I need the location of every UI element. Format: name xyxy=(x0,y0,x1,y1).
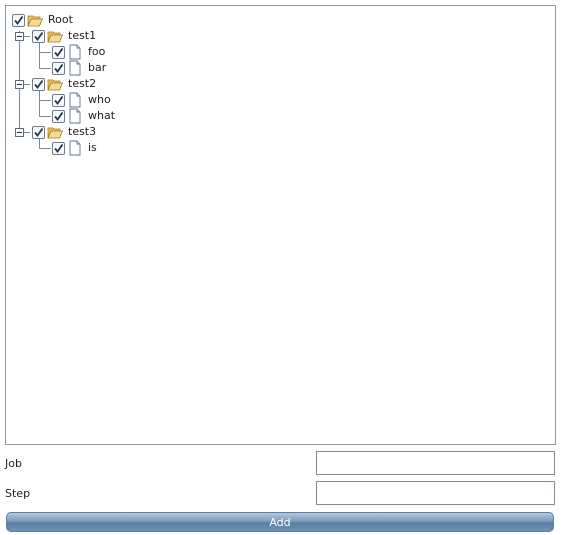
tree-node-is[interactable]: is xyxy=(52,140,97,156)
add-button[interactable]: Add xyxy=(6,512,554,532)
file-icon xyxy=(69,44,81,60)
tree-connector xyxy=(39,148,51,149)
tree-node-test2[interactable]: test2 xyxy=(32,76,96,92)
tree-connector xyxy=(39,68,51,69)
collapse-test2-toggle[interactable] xyxy=(15,80,24,89)
file-icon xyxy=(69,108,81,124)
who-checkbox[interactable] xyxy=(52,93,65,107)
tree-connector xyxy=(39,91,40,117)
step-label: Step xyxy=(5,487,31,500)
tree-node-foo[interactable]: foo xyxy=(52,44,105,60)
tree-connector xyxy=(39,116,51,117)
tree-node-who[interactable]: who xyxy=(52,92,111,108)
open-folder-icon xyxy=(27,15,43,27)
checkmark-icon xyxy=(54,111,64,121)
open-folder-icon xyxy=(47,31,63,43)
test1-label: test1 xyxy=(68,29,97,42)
tree-node-test1[interactable]: test1 xyxy=(32,28,96,44)
checkmark-icon xyxy=(54,143,64,153)
step-input[interactable] xyxy=(316,481,555,505)
root-checkbox[interactable] xyxy=(12,13,25,27)
job-input[interactable] xyxy=(316,451,555,475)
test3-checkbox[interactable] xyxy=(32,125,45,139)
is-label: is xyxy=(88,141,97,154)
collapse-test1-toggle[interactable] xyxy=(15,32,24,41)
what-label: what xyxy=(88,109,116,122)
tree-node-test3[interactable]: test3 xyxy=(32,124,96,140)
checkmark-icon xyxy=(34,79,44,89)
file-tree[interactable]: Root test1 foo bar test2 who what test3 … xyxy=(5,5,556,445)
job-label: Job xyxy=(5,457,22,470)
open-folder-icon xyxy=(47,127,63,139)
bar-checkbox[interactable] xyxy=(52,61,65,75)
checkmark-icon xyxy=(54,95,64,105)
tree-connector xyxy=(39,100,51,101)
tree-node-what[interactable]: what xyxy=(52,108,115,124)
checkmark-icon xyxy=(34,127,44,137)
test3-label: test3 xyxy=(68,125,97,138)
what-checkbox[interactable] xyxy=(52,109,65,123)
test2-checkbox[interactable] xyxy=(32,77,45,91)
tree-connector xyxy=(39,52,51,53)
file-icon xyxy=(69,140,81,156)
root-label: Root xyxy=(48,13,73,26)
bar-label: bar xyxy=(88,61,107,74)
collapse-test3-toggle[interactable] xyxy=(15,128,24,137)
checkmark-icon xyxy=(34,31,44,41)
is-checkbox[interactable] xyxy=(52,141,65,155)
tree-connector xyxy=(39,43,40,69)
test2-label: test2 xyxy=(68,77,97,90)
tree-node-root[interactable]: Root xyxy=(12,12,73,28)
test1-checkbox[interactable] xyxy=(32,29,45,43)
open-folder-icon xyxy=(47,79,63,91)
checkmark-icon xyxy=(54,47,64,57)
file-icon xyxy=(69,92,81,108)
file-icon xyxy=(69,60,81,76)
checkmark-icon xyxy=(14,15,24,25)
foo-checkbox[interactable] xyxy=(52,45,65,59)
tree-node-bar[interactable]: bar xyxy=(52,60,106,76)
foo-label: foo xyxy=(88,45,106,58)
checkmark-icon xyxy=(54,63,64,73)
who-label: who xyxy=(88,93,111,106)
